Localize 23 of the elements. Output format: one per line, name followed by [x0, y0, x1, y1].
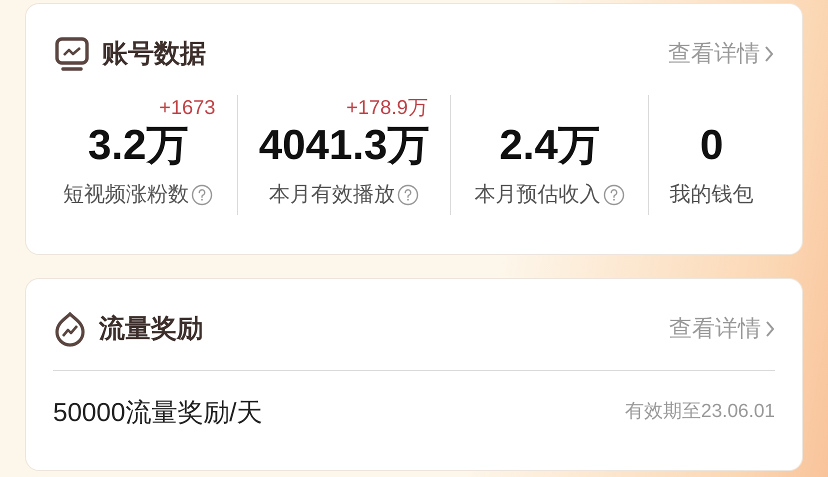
expiry-text: 有效期至23.06.01 [625, 400, 775, 424]
chevron-right-icon [764, 44, 774, 62]
help-icon[interactable] [602, 184, 625, 206]
help-icon[interactable] [191, 184, 214, 206]
change-text: +1673 [159, 96, 216, 121]
chart-monitor-icon [54, 36, 90, 72]
stat-value: 0 [700, 121, 724, 169]
trend-drop-icon [53, 310, 87, 346]
stat-label: 我的钱包 [670, 182, 754, 208]
help-icon[interactable] [397, 184, 420, 206]
chevron-right-icon [765, 320, 775, 338]
card-title: 账号数据 [102, 37, 206, 70]
stat-label: 本月预估收入 [474, 182, 601, 208]
stat-value: 4041.3万 [258, 121, 430, 169]
change-text: +178.9万 [346, 96, 428, 121]
card-title: 流量奖励 [99, 312, 203, 345]
reward-text: 50000流量奖励/天 [53, 396, 263, 429]
details-link[interactable]: 查看详情 [668, 36, 774, 71]
stat-value: 2.4万 [499, 121, 600, 169]
stat-label: 本月有效播放 [269, 182, 396, 208]
stat-label: 短视频涨粉数 [63, 182, 190, 208]
details-link[interactable]: 查看详情 [669, 311, 775, 346]
stat-value: 3.2万 [88, 121, 188, 169]
